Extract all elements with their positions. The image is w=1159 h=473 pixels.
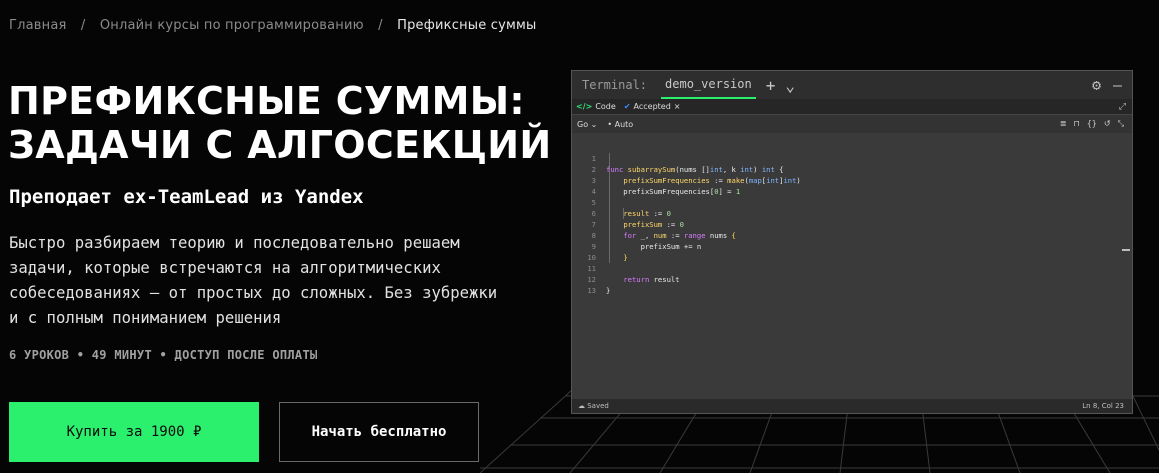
code-text: prefixSumFrequencies := make(map[int]int…: [623, 176, 801, 185]
language-select[interactable]: Go ⌄: [577, 120, 597, 129]
reset-icon[interactable]: ↺: [1104, 119, 1111, 129]
code-line: 5 result := 0: [572, 186, 671, 218]
cursor-position: Ln 8, Col 23: [1082, 402, 1124, 410]
format-icon[interactable]: ≣: [1060, 119, 1067, 129]
editor-tabs: </> Code ✔ Accepted × ⤢: [572, 99, 1132, 115]
expand-icon[interactable]: ⤡: [1118, 119, 1124, 129]
terminal-window: Terminal: demo_version + ⌄ ⚙ – </> Code …: [571, 70, 1133, 414]
close-icon[interactable]: ×: [674, 102, 681, 111]
code-text: }: [623, 253, 628, 262]
add-icon[interactable]: +: [766, 76, 776, 95]
tab-accepted-label: Accepted: [633, 102, 671, 111]
tab-code[interactable]: </> Code: [576, 102, 616, 111]
course-description: Быстро разбираем теорию и последовательн…: [9, 234, 498, 327]
breadcrumb-courses-link[interactable]: Онлайн курсы по программированию: [100, 18, 364, 33]
code-line: 7 for _, num := range nums {: [572, 208, 736, 240]
terminal-header: Terminal: demo_version + ⌄ ⚙ –: [572, 71, 1132, 99]
code-line: 2 prefixSumFrequencies := make(map[int]i…: [572, 153, 801, 185]
cloud-icon: ☁: [578, 402, 588, 410]
tab-demo-version[interactable]: demo_version: [661, 71, 756, 99]
breadcrumb-separator: /: [80, 18, 86, 33]
tab-accepted[interactable]: ✔ Accepted ×: [624, 102, 681, 111]
breadcrumb-separator: /: [378, 18, 383, 33]
breadcrumb: Главная / Онлайн курсы по программирован…: [9, 18, 537, 33]
code-line: 4: [572, 175, 598, 196]
code-line: 12 }: [572, 263, 610, 295]
language-value: Go: [577, 119, 589, 129]
code-line: 9 }: [572, 230, 628, 262]
code-line: 11 return result: [572, 252, 679, 284]
breadcrumb-current: Префиксные суммы: [397, 18, 537, 33]
code-text: return result: [623, 275, 680, 284]
code-line: 1 func subarraySum(nums []int, k int) in…: [572, 142, 784, 174]
code-line: 10: [572, 241, 598, 262]
scrollbar[interactable]: [1122, 249, 1130, 251]
save-status: Saved: [587, 402, 609, 410]
gear-icon[interactable]: ⚙: [1092, 76, 1101, 94]
chevron-down-icon[interactable]: ⌄: [785, 76, 795, 95]
braces-icon[interactable]: {}: [1087, 119, 1097, 129]
page-title-line-1: ПРЕФИКСНЫЕ СУММЫ:: [8, 79, 525, 123]
code-text: prefixSum += n: [606, 242, 702, 251]
code-line: 13: [572, 274, 598, 295]
code-line: 6 prefixSum := 0: [572, 197, 684, 229]
minimize-icon[interactable]: –: [1113, 76, 1122, 94]
mode-value: Auto: [614, 119, 634, 129]
code-text: func subarraySum(nums []int, k int) int …: [606, 165, 784, 174]
code-line: 8 prefixSum += n: [572, 219, 702, 251]
chevron-down-icon: ⌄: [590, 119, 598, 129]
editor-toolbar: Go ⌄ • Auto ≣ ⊓ {} ↺ ⤡: [572, 115, 1132, 133]
editor-statusbar: ☁ Saved Ln 8, Col 23: [572, 399, 1132, 413]
buy-button[interactable]: Купить за 1900 ₽: [9, 402, 259, 462]
start-free-button[interactable]: Начать бесплатно: [279, 402, 479, 462]
code-text: prefixSum := 0: [623, 220, 684, 229]
breadcrumb-home-link[interactable]: Главная: [9, 18, 67, 33]
code-text: prefixSumFrequencies[0] = 1: [606, 187, 741, 196]
dot-icon: •: [607, 119, 613, 129]
course-meta: 6 УРОКОВ • 49 МИНУТ • ДОСТУП ПОСЛЕ ОПЛАТ…: [9, 348, 318, 362]
fullscreen-icon[interactable]: ⤢: [1119, 102, 1126, 112]
mode-toggle[interactable]: • Auto: [607, 120, 633, 129]
instructor-subtitle: Преподает ex-TeamLead из Yandex: [9, 186, 364, 208]
code-icon: </>: [576, 102, 593, 111]
checkmark-icon: ✔: [623, 102, 631, 111]
terminal-label: Terminal:: [582, 78, 648, 92]
page-title-line-2: ЗАДАЧИ С АЛГОСЕКЦИЙ: [8, 123, 552, 167]
line-number: 13: [587, 286, 596, 295]
code-text: for _, num := range nums {: [623, 231, 736, 240]
tab-code-label: Code: [595, 102, 616, 111]
code-text: }: [606, 286, 611, 295]
bookmark-icon[interactable]: ⊓: [1073, 119, 1079, 129]
code-line: 3 prefixSumFrequencies[0] = 1: [572, 164, 740, 196]
code-editor[interactable]: 1 func subarraySum(nums []int, k int) in…: [572, 133, 1132, 395]
page-title: ПРЕФИКСНЫЕ СУММЫ: ЗАДАЧИ С АЛГОСЕКЦИЙ: [8, 79, 568, 167]
code-text: result := 0: [623, 209, 671, 218]
